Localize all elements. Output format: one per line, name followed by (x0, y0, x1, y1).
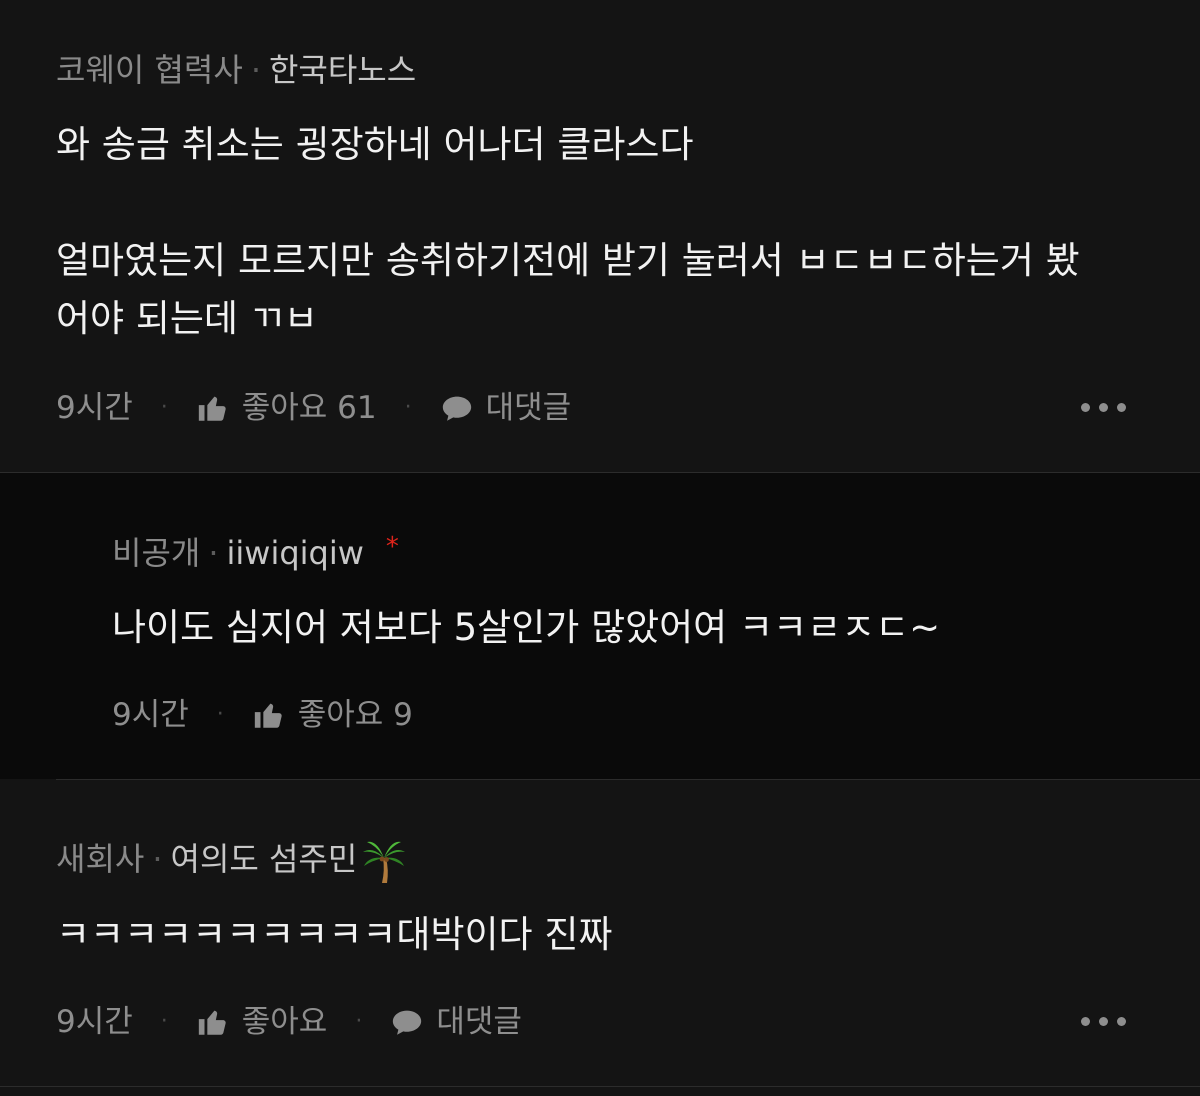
timestamp: 9시간 (56, 1004, 133, 1040)
author-mark: * (385, 532, 399, 562)
more-dot (1117, 403, 1126, 412)
thumbs-up-icon[interactable] (196, 391, 230, 425)
timestamp: 9시간 (112, 697, 189, 733)
comment-meta: 9시간 · 좋아요 9 (112, 695, 413, 735)
comment-3: 새회사 · 여의도 섬주민 ㅋㅋㅋㅋㅋㅋㅋㅋㅋㅋ대박이다 진짜 9시간 · 좋아… (0, 780, 1200, 1086)
comment-line: 나이도 심지어 저보다 5살인가 많았어여 ㅋㅋㄹㅈㄷ~ (112, 606, 941, 649)
comment-line: 어야 되는데 ㄲㅂ (56, 297, 318, 340)
reply-button[interactable]: 대댓글 (436, 1002, 522, 1042)
header-separator: · (208, 534, 219, 572)
speech-bubble-icon[interactable] (390, 1005, 424, 1039)
author-company[interactable]: 새회사 (56, 839, 144, 879)
more-dot (1081, 1017, 1090, 1026)
more-dot (1081, 403, 1090, 412)
comment-line: 얼마였는지 모르지만 송취하기전에 받기 눌러서 ㅂㄷㅂㄷ하는거 봤 (56, 239, 1080, 282)
more-dot (1099, 1017, 1108, 1026)
comment-body: 나이도 심지어 저보다 5살인가 많았어여 ㅋㅋㄹㅈㄷ~ (112, 599, 940, 657)
thumbs-up-icon[interactable] (252, 698, 286, 732)
author-nickname[interactable]: 한국타노스 (269, 50, 416, 90)
comment-body: 와 송금 취소는 굉장하네 어나더 클라스다 얼마였는지 모르지만 송취하기전에… (56, 116, 1080, 348)
header-separator: · (250, 51, 261, 89)
comment-line: 와 송금 취소는 굉장하네 어나더 클라스다 (56, 123, 694, 166)
author-nickname[interactable]: 여의도 섬주민 (171, 839, 358, 879)
reply-button[interactable]: 대댓글 (486, 388, 572, 428)
comment-header: 비공개 · iiwiqiqiw * (112, 532, 399, 573)
like-button[interactable]: 좋아요 (242, 1002, 328, 1042)
meta-dot: · (160, 1009, 168, 1034)
comment-header: 코웨이 협력사 · 한국타노스 (56, 50, 416, 90)
author-company[interactable]: 코웨이 협력사 (56, 50, 243, 90)
comment-meta: 9시간 · 좋아요 · 대댓글 (56, 1002, 522, 1042)
thumbs-up-icon[interactable] (196, 1005, 230, 1039)
comment-2-reply: 비공개 · iiwiqiqiw * 나이도 심지어 저보다 5살인가 많았어여 … (0, 473, 1200, 779)
meta-dot: · (160, 395, 168, 420)
author-nickname[interactable]: iiwiqiqiw (227, 533, 364, 573)
comment-meta: 9시간 · 좋아요 61 · 대댓글 (56, 388, 571, 428)
like-button[interactable]: 좋아요 9 (298, 695, 413, 735)
speech-bubble-icon[interactable] (440, 391, 474, 425)
header-separator: · (152, 840, 163, 878)
like-button[interactable]: 좋아요 61 (242, 388, 377, 428)
more-dot (1117, 1017, 1126, 1026)
comment-header: 새회사 · 여의도 섬주민 (56, 836, 407, 884)
author-company[interactable]: 비공개 (112, 533, 200, 573)
more-options-icon[interactable] (1081, 1017, 1126, 1026)
comment-body: ㅋㅋㅋㅋㅋㅋㅋㅋㅋㅋ대박이다 진짜 (56, 906, 612, 964)
timestamp: 9시간 (56, 390, 133, 426)
comment-line: ㅋㅋㅋㅋㅋㅋㅋㅋㅋㅋ대박이다 진짜 (56, 913, 613, 956)
comment-blank-line (56, 174, 1080, 232)
palm-tree-emoji (361, 838, 407, 884)
meta-dot: · (355, 1009, 363, 1034)
meta-dot: · (216, 702, 224, 727)
comment-1: 코웨이 협력사 · 한국타노스 와 송금 취소는 굉장하네 어나더 클라스다 얼… (0, 0, 1200, 472)
more-dot (1099, 403, 1108, 412)
more-options-icon[interactable] (1081, 403, 1126, 412)
meta-dot: · (404, 395, 412, 420)
next-comment-edge (0, 1087, 1200, 1096)
